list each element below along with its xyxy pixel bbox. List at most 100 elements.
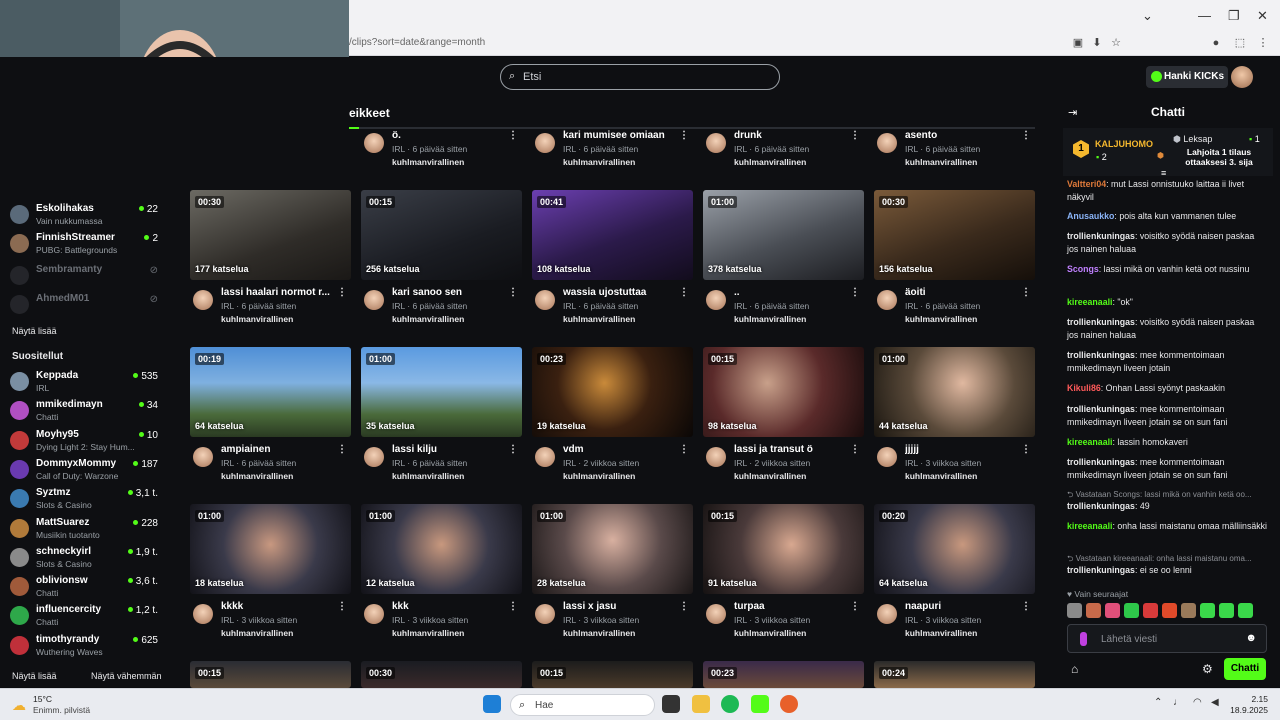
clip-title[interactable]: asento <box>905 130 1015 141</box>
more-options-icon[interactable]: ⋮ <box>679 601 689 612</box>
clip-info[interactable]: kari sanoo sen IRL · 6 päivää sitten kuh… <box>361 287 522 331</box>
extensions-icon[interactable]: ⬚ <box>1233 36 1247 50</box>
clip-thumbnail[interactable]: 01:00 378 katselua <box>703 190 864 280</box>
chat-username[interactable]: trollienkuningas <box>1067 565 1135 575</box>
followed-channel-item[interactable]: FinnishStreamer PUBG: Battlegrounds 2 <box>10 231 162 259</box>
clip-thumbnail[interactable]: 00:30 177 katselua <box>190 190 351 280</box>
microphone-icon[interactable]: ♩ <box>1173 697 1183 708</box>
clip-thumbnail[interactable]: 00:20 64 katselua <box>874 504 1035 594</box>
recommended-channel-item[interactable]: Moyhy95 Dying Light 2: Stay Hum... 10 <box>10 428 162 456</box>
chat-username[interactable]: kireeanaali <box>1067 437 1112 447</box>
weather-desc[interactable]: Enimm. pilvistä <box>33 705 90 715</box>
clip-title[interactable]: .. <box>734 287 844 298</box>
store-icon[interactable]: ⌂ <box>1071 662 1078 676</box>
clip-channel[interactable]: kuhlmanvirallinen <box>221 314 293 324</box>
spotify-icon[interactable] <box>721 695 739 713</box>
clip-info[interactable]: ampiainen IRL · 6 päivää sitten kuhlmanv… <box>190 444 351 488</box>
channel-avatar[interactable] <box>364 447 384 467</box>
clip-info[interactable]: wassia ujostuttaa IRL · 6 päivää sitten … <box>532 287 693 331</box>
channel-avatar[interactable] <box>535 447 555 467</box>
clip-channel[interactable]: kuhlmanvirallinen <box>734 471 806 481</box>
chat-message[interactable]: kireeanaali: onha lassi maistanu omaa mä… <box>1067 520 1267 533</box>
chat-username[interactable]: kireeanaali <box>1067 521 1112 531</box>
chat-message[interactable]: Kikuli86: Onhan Lassi syönyt paskaakin <box>1067 382 1267 395</box>
more-options-icon[interactable]: ⋮ <box>850 444 860 455</box>
chat-message[interactable]: trollienkuningas: voisitko syödä naisen … <box>1067 230 1267 256</box>
expand-leaderboard-icon[interactable]: ≡ <box>1161 168 1166 178</box>
clip-channel[interactable]: kuhlmanvirallinen <box>563 157 635 167</box>
followed-channel-item[interactable]: Sembramanty ⊘ <box>10 263 162 291</box>
clip-thumbnail[interactable]: 00:15 98 katselua <box>703 347 864 437</box>
clip-thumbnail[interactable]: 01:00 18 katselua <box>190 504 351 594</box>
emote-icon[interactable] <box>1143 603 1158 618</box>
more-options-icon[interactable]: ⋮ <box>337 601 347 612</box>
more-options-icon[interactable]: ⋮ <box>337 444 347 455</box>
clip-channel[interactable]: kuhlmanvirallinen <box>905 157 977 167</box>
clip-info[interactable]: lassi haalari normot r... IRL · 6 päivää… <box>190 287 351 331</box>
clip-channel[interactable]: kuhlmanvirallinen <box>221 628 293 638</box>
show-less-link[interactable]: Näytä vähemmän <box>91 671 162 681</box>
clip-channel[interactable]: kuhlmanvirallinen <box>563 628 635 638</box>
emote-icon[interactable] <box>1238 603 1253 618</box>
clip-info[interactable]: äoiti IRL · 6 päivää sitten kuhlmanviral… <box>874 287 1035 331</box>
clip-title[interactable]: kkkk <box>221 601 331 612</box>
recommended-channel-item[interactable]: Keppada IRL 535 <box>10 369 162 397</box>
more-options-icon[interactable]: ⋮ <box>508 601 518 612</box>
clip-channel[interactable]: kuhlmanvirallinen <box>734 628 806 638</box>
emote-icon[interactable] <box>1162 603 1177 618</box>
clip-thumbnail[interactable]: 01:00 35 katselua <box>361 347 522 437</box>
channel-avatar[interactable] <box>535 133 555 153</box>
clip-title[interactable]: lassi haalari normot r... <box>221 287 331 298</box>
clip-thumbnail[interactable]: 01:00 28 katselua <box>532 504 693 594</box>
channel-avatar[interactable] <box>877 604 897 624</box>
more-options-icon[interactable]: ⋮ <box>850 287 860 298</box>
close-button[interactable]: ✕ <box>1257 8 1268 24</box>
clip-channel[interactable]: kuhlmanvirallinen <box>734 314 806 324</box>
clip-channel[interactable]: kuhlmanvirallinen <box>734 157 806 167</box>
file-explorer-icon[interactable] <box>692 695 710 713</box>
clip-thumbnail[interactable]: 00:23 <box>703 661 864 688</box>
chat-username[interactable]: trollienkuningas <box>1067 404 1135 414</box>
clip-title[interactable]: drunk <box>734 130 844 141</box>
chat-username[interactable]: trollienkuningas <box>1067 231 1135 241</box>
clip-channel[interactable]: kuhlmanvirallinen <box>563 471 635 481</box>
clock-date[interactable]: 18.9.2025 <box>1218 705 1268 715</box>
clip-channel[interactable]: kuhlmanvirallinen <box>563 314 635 324</box>
channel-avatar[interactable] <box>364 133 384 153</box>
channel-avatar[interactable] <box>877 290 897 310</box>
more-options-icon[interactable]: ⋮ <box>508 287 518 298</box>
more-options-icon[interactable]: ⋮ <box>1021 130 1031 141</box>
chat-message[interactable]: trollienkuningas: mee kommentoimaan mmik… <box>1067 456 1267 482</box>
more-options-icon[interactable]: ⋮ <box>508 444 518 455</box>
show-more-followed-link[interactable]: Näytä lisää <box>12 326 57 336</box>
bookmark-star-icon[interactable]: ☆ <box>1109 36 1123 50</box>
chat-message[interactable]: trollienkuningas: mee kommentoimaan mmik… <box>1067 403 1267 429</box>
chat-send-button[interactable]: Chatti <box>1224 658 1266 680</box>
channel-avatar[interactable] <box>193 290 213 310</box>
more-options-icon[interactable]: ⋮ <box>1021 287 1031 298</box>
chat-message[interactable]: kireeanaali: lassin homokaveri <box>1067 436 1267 449</box>
emote-icon[interactable] <box>1067 603 1082 618</box>
download-icon[interactable]: ⬇ <box>1090 36 1104 50</box>
channel-avatar[interactable] <box>706 290 726 310</box>
more-options-icon[interactable]: ⋮ <box>508 130 518 141</box>
clip-info[interactable]: .. IRL · 6 päivää sitten kuhlmanvirallin… <box>703 287 864 331</box>
user-avatar[interactable] <box>1231 66 1253 88</box>
more-options-icon[interactable]: ⋮ <box>1021 601 1031 612</box>
clip-title[interactable]: naapuri <box>905 601 1015 612</box>
url-text[interactable]: /clips?sort=date&range=month <box>349 37 485 48</box>
chat-message[interactable]: trollienkuningas: mee kommentoimaan mmik… <box>1067 349 1267 375</box>
clip-title[interactable]: kkk <box>392 601 502 612</box>
recommended-channel-item[interactable]: Syztmz Slots & Casino 3,1 t. <box>10 486 162 514</box>
clip-info[interactable]: kkkk IRL · 3 viikkoa sitten kuhlmanviral… <box>190 601 351 645</box>
emote-icon[interactable] <box>1105 603 1120 618</box>
chat-username[interactable]: trollienkuningas <box>1067 501 1135 511</box>
clip-info[interactable]: turpaa IRL · 3 viikkoa sitten kuhlmanvir… <box>703 601 864 645</box>
chat-username[interactable]: Valtteri04 <box>1067 179 1106 189</box>
channel-avatar[interactable] <box>706 133 726 153</box>
recommended-channel-item[interactable]: MattSuarez Musiikin tuotanto 228 <box>10 516 162 544</box>
clip-thumbnail[interactable]: 00:15 256 katselua <box>361 190 522 280</box>
channel-avatar[interactable] <box>535 290 555 310</box>
clip-info[interactable]: kkk IRL · 3 viikkoa sitten kuhlmanvirall… <box>361 601 522 645</box>
clip-info[interactable]: vdm IRL · 2 viikkoa sitten kuhlmanvirall… <box>532 444 693 488</box>
